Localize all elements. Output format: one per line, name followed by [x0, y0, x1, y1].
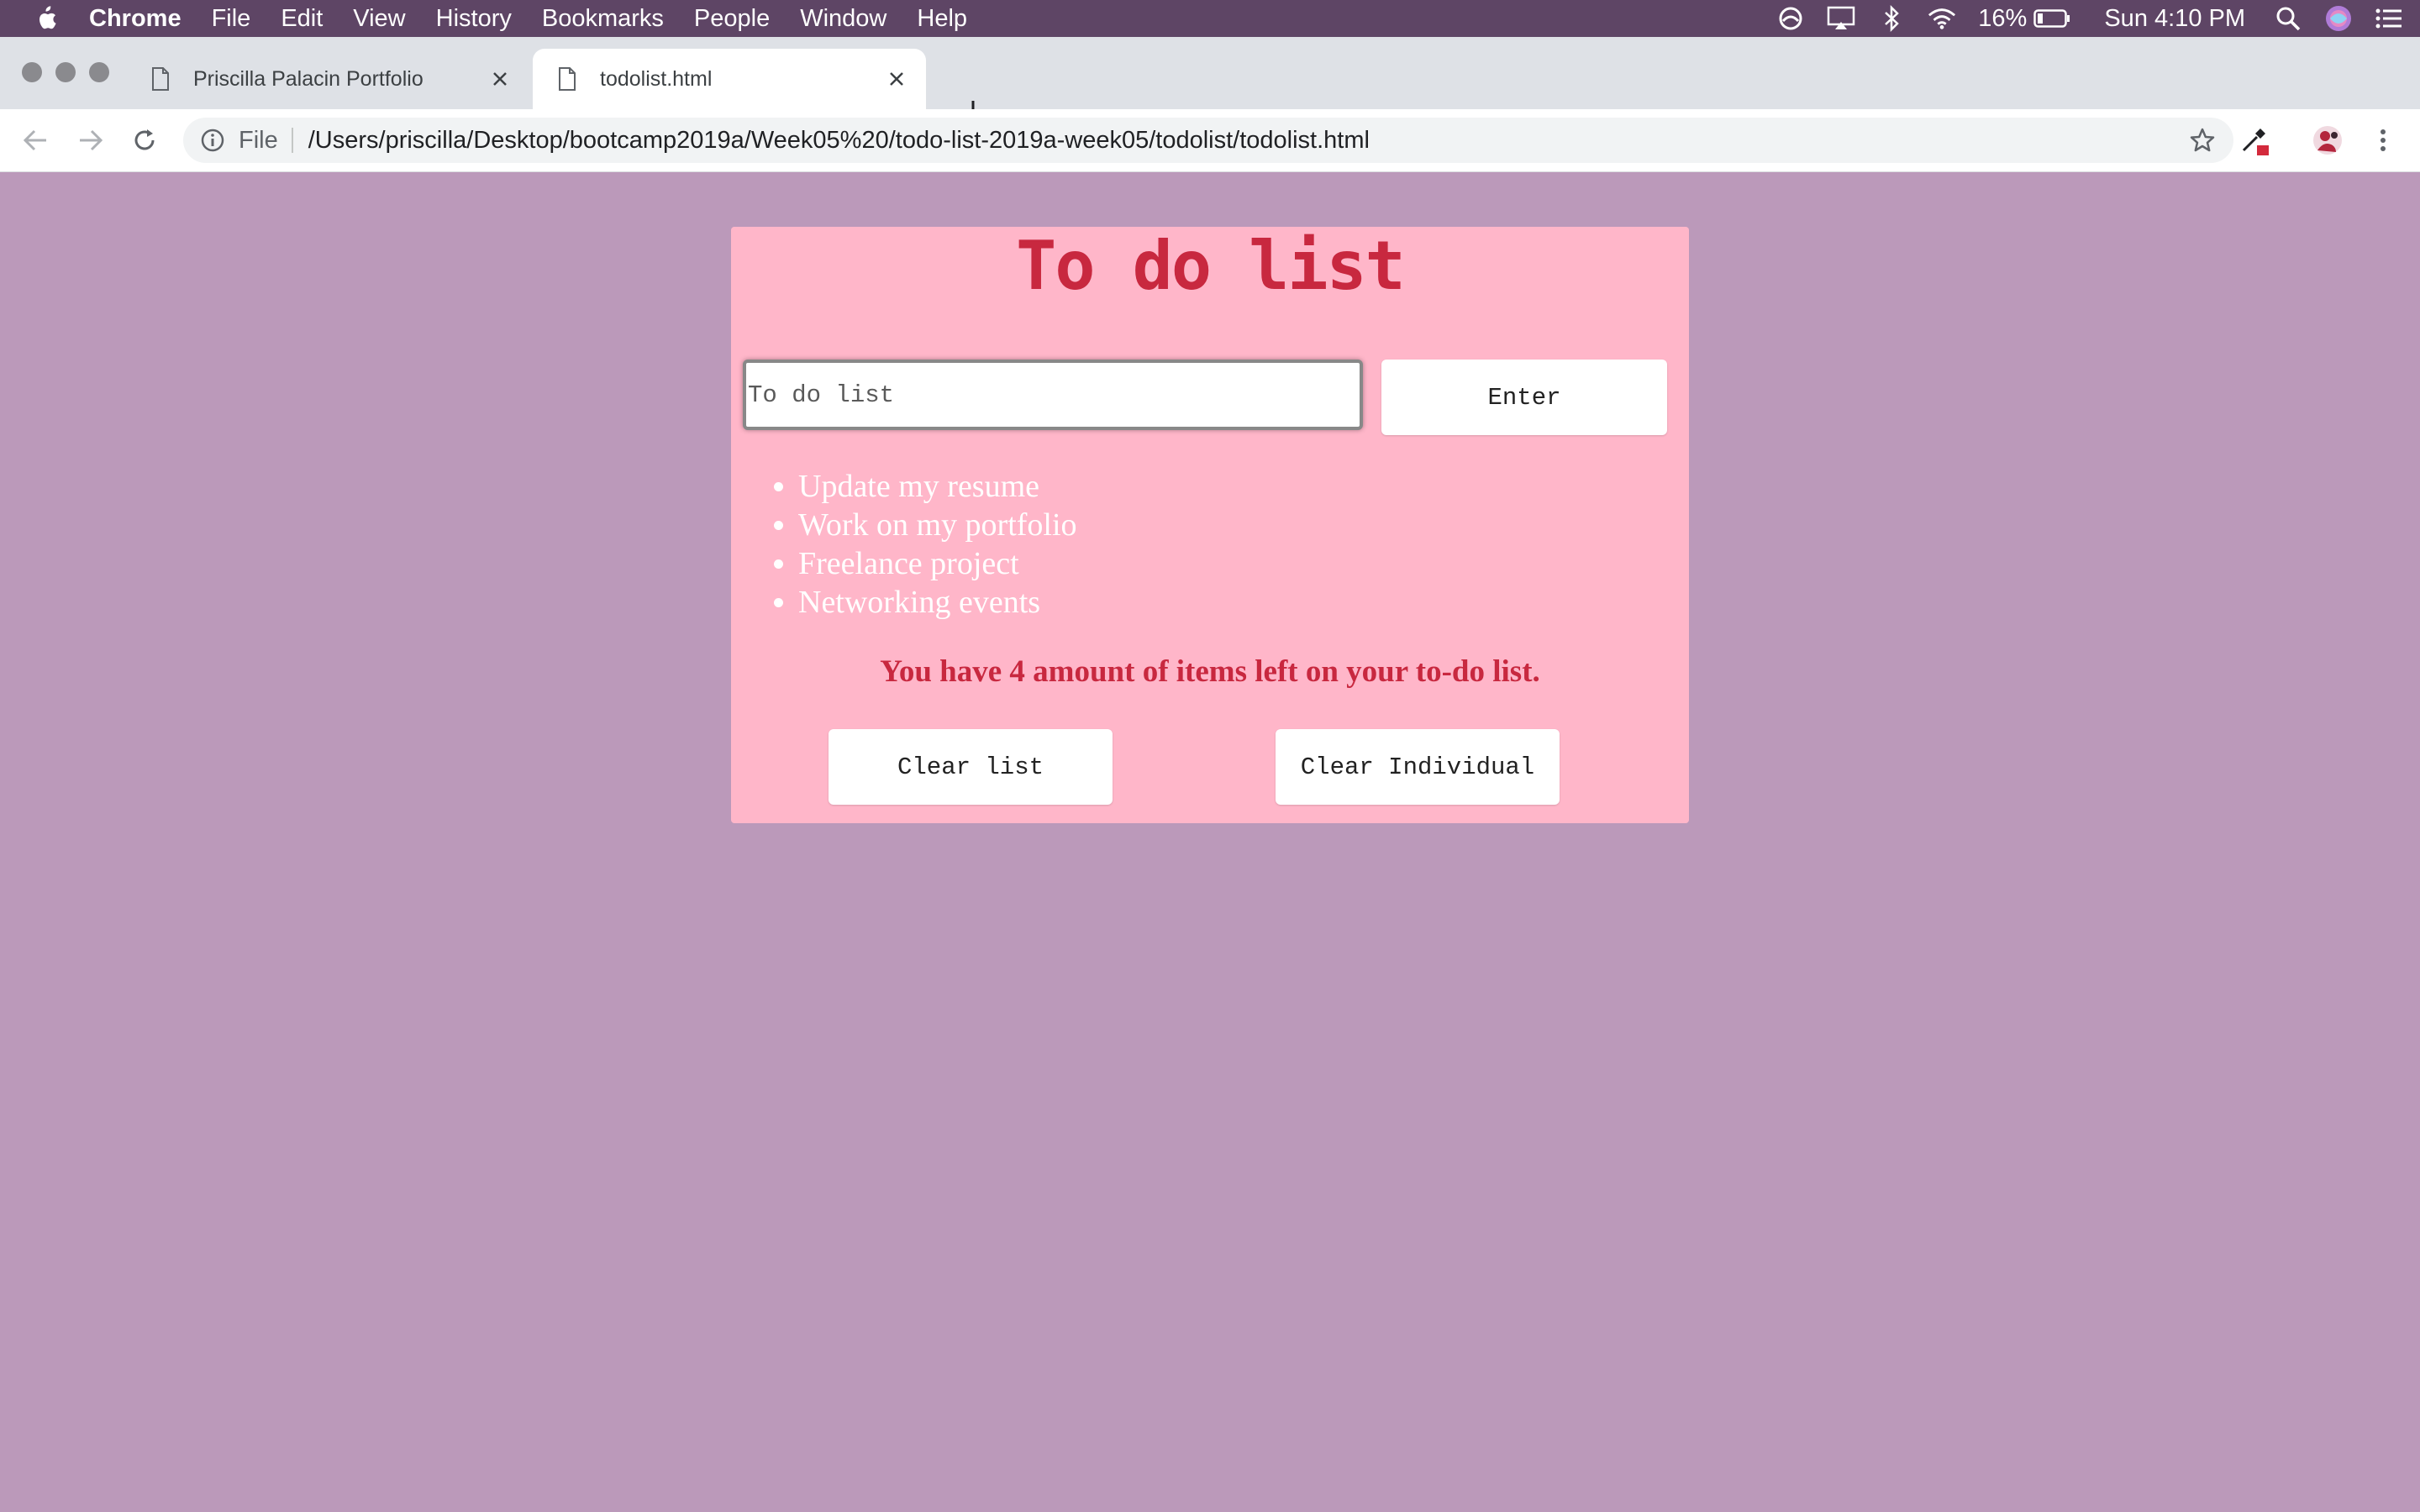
window-minimize-button[interactable] — [55, 62, 76, 82]
tab-close-icon[interactable] — [886, 68, 908, 90]
address-bar[interactable]: File /Users/priscilla/Desktop/bootcamp20… — [183, 118, 2233, 163]
browser-tab-strip: Priscilla Palacin Portfolio todolist.htm… — [0, 37, 2420, 121]
url-separator — [291, 128, 293, 153]
forward-arrow-icon[interactable] — [76, 125, 106, 155]
page-title: To do list — [1016, 227, 1406, 305]
apple-menu-icon[interactable] — [32, 4, 59, 33]
battery-percent: 16% — [1978, 4, 2028, 32]
sync-status-icon[interactable] — [1776, 4, 1805, 33]
menu-app-chrome[interactable]: Chrome — [89, 5, 182, 33]
site-info-icon[interactable] — [200, 128, 225, 153]
clear-individual-button[interactable]: Clear Individual — [1276, 729, 1560, 805]
notification-center-icon[interactable] — [2375, 4, 2403, 33]
page-icon — [558, 67, 576, 91]
list-item[interactable]: Work on my portfolio — [798, 506, 1077, 544]
clear-list-button[interactable]: Clear list — [829, 729, 1113, 805]
tab-close-icon[interactable] — [489, 68, 511, 90]
macos-menu-bar: Chrome File Edit View History Bookmarks … — [0, 0, 2420, 37]
airplay-icon[interactable] — [1827, 4, 1855, 33]
tab-title: Priscilla Palacin Portfolio — [193, 66, 424, 91]
window-close-button[interactable] — [22, 62, 42, 82]
todo-input-field[interactable] — [743, 360, 1363, 430]
reload-icon[interactable] — [129, 125, 160, 155]
menu-file[interactable]: File — [212, 5, 251, 33]
list-item[interactable]: Update my resume — [798, 467, 1077, 506]
siri-icon[interactable] — [2324, 4, 2353, 33]
menu-bar-clock[interactable]: Sun 4:10 PM — [2104, 5, 2245, 33]
profile-avatar[interactable] — [2312, 125, 2343, 155]
list-item[interactable]: Freelance project — [798, 544, 1077, 583]
battery-icon[interactable] — [2033, 4, 2070, 33]
menu-help[interactable]: Help — [917, 5, 967, 33]
todo-card: To do list Enter Update my resume Work o… — [731, 227, 1689, 823]
window-zoom-button[interactable] — [89, 62, 109, 82]
tab-portfolio[interactable]: Priscilla Palacin Portfolio — [126, 49, 529, 109]
page-icon — [151, 67, 170, 91]
wifi-icon[interactable] — [1928, 4, 1956, 33]
url-scheme-label: File — [239, 126, 278, 154]
items-left-counter: You have 4 amount of items left on your … — [880, 654, 1540, 689]
tab-todolist[interactable]: todolist.html — [533, 49, 926, 109]
menu-bookmarks[interactable]: Bookmarks — [542, 5, 664, 33]
menu-history[interactable]: History — [436, 5, 512, 33]
browser-toolbar: File /Users/priscilla/Desktop/bootcamp20… — [0, 109, 2420, 172]
eyedropper-extension-icon[interactable] — [2240, 125, 2270, 155]
bluetooth-icon[interactable] — [1877, 4, 1906, 33]
menu-window[interactable]: Window — [800, 5, 886, 33]
enter-button[interactable]: Enter — [1381, 360, 1667, 435]
spotlight-search-icon[interactable] — [2274, 4, 2302, 33]
bookmark-star-icon[interactable] — [2188, 126, 2217, 155]
todo-list: Update my resume Work on my portfolio Fr… — [798, 467, 1077, 622]
chrome-menu-icon[interactable] — [2368, 125, 2398, 155]
menu-edit[interactable]: Edit — [281, 5, 323, 33]
menu-bar-status-area: 16% Sun 4:10 PM — [1776, 0, 2420, 37]
back-arrow-icon[interactable] — [20, 125, 50, 155]
menu-view[interactable]: View — [353, 5, 405, 33]
url-text[interactable]: /Users/priscilla/Desktop/bootcamp2019a/W… — [308, 127, 1370, 155]
menu-people[interactable]: People — [694, 5, 770, 33]
list-item[interactable]: Networking events — [798, 583, 1077, 622]
tab-title: todolist.html — [600, 66, 713, 91]
